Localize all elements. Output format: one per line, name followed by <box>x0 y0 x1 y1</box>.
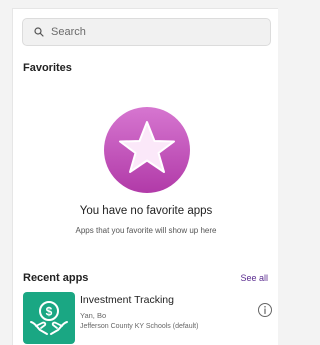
dollar-hands-icon: $ <box>30 301 68 335</box>
recent-apps-heading: Recent apps <box>23 272 89 284</box>
see-all-link[interactable]: See all <box>240 273 268 283</box>
app-panel: Favorites You have no favorite apps Apps… <box>12 8 278 345</box>
svg-text:$: $ <box>46 305 53 319</box>
search-input[interactable] <box>51 26 251 38</box>
app-name: Investment Tracking <box>80 294 174 306</box>
app-environment: Jefferson County KY Schools (default) <box>80 323 199 330</box>
info-icon[interactable] <box>257 302 273 318</box>
recent-app-item[interactable]: $ Investment Tracking Yan, Bo Jefferson … <box>23 292 273 345</box>
star-icon <box>97 100 197 200</box>
empty-favorites-subtitle: Apps that you favorite will show up here <box>75 226 217 235</box>
app-tile: $ <box>23 292 75 344</box>
empty-favorites-title: You have no favorite apps <box>79 205 213 217</box>
search-box[interactable] <box>22 18 271 46</box>
app-owner: Yan, Bo <box>80 311 107 320</box>
search-icon <box>34 27 44 37</box>
app-info: Investment Tracking Yan, Bo Jefferson Co… <box>80 292 198 345</box>
favorites-heading: Favorites <box>23 62 72 74</box>
